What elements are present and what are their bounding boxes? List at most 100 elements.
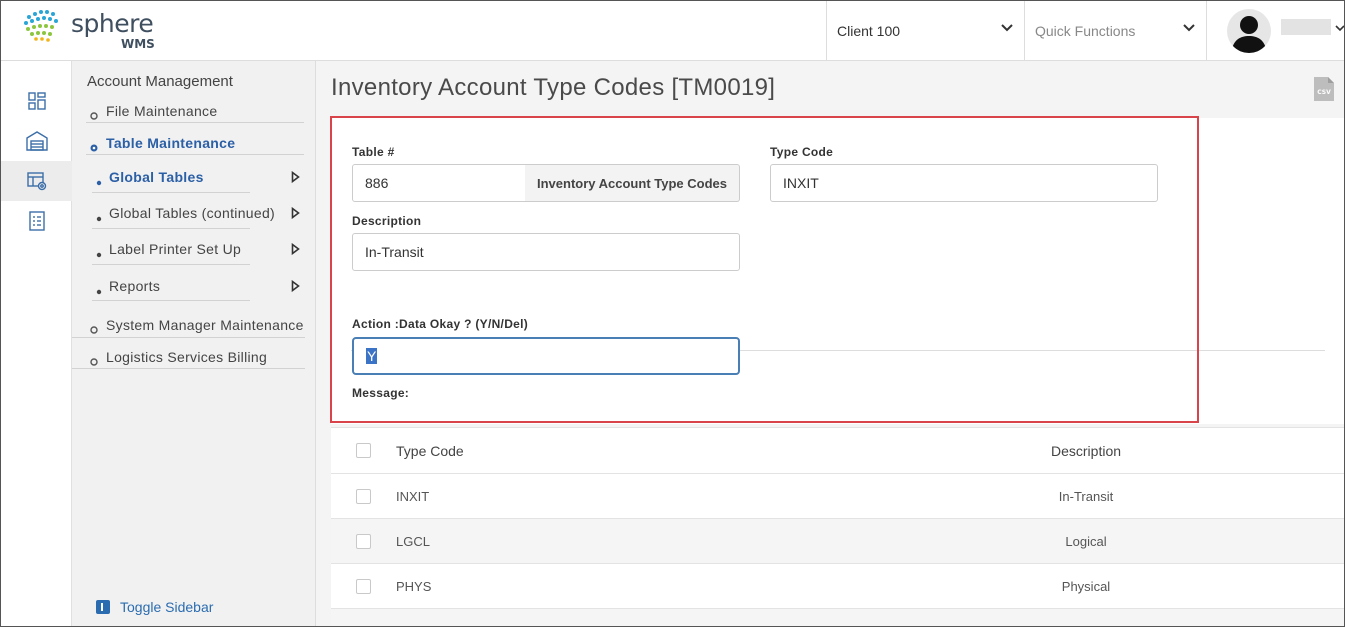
toggle-sidebar-label: Toggle Sidebar (120, 599, 214, 615)
sidebar-divider (72, 337, 305, 338)
action-input-value: Y (366, 348, 378, 364)
checklist-icon (28, 211, 45, 231)
sidebar-item-table-maintenance[interactable]: Table Maintenance (72, 135, 305, 155)
table-row[interactable]: LGCL Logical (331, 518, 1344, 563)
dot-bullet-icon (96, 209, 102, 225)
action-input[interactable]: Y (352, 337, 740, 375)
user-avatar (1227, 9, 1271, 53)
sidebar-divider (92, 300, 250, 301)
type-codes-table: Type Code Description INXIT In-Transit L… (331, 427, 1344, 626)
column-header-description[interactable]: Description (1021, 443, 1151, 459)
chevron-down-icon (1335, 25, 1344, 32)
row-type-code: PHYS (396, 579, 432, 594)
quick-functions-label: Quick Functions (1035, 22, 1136, 39)
circle-bullet-icon (90, 353, 98, 369)
sidebar-item-reports[interactable]: Reports (72, 278, 305, 298)
rail-table-maintenance[interactable] (1, 161, 72, 201)
sidebar-item-logistics-services-billing[interactable]: Logistics Services Billing (72, 349, 305, 369)
row-description: In-Transit (1058, 489, 1114, 504)
type-code-input[interactable]: INXIT (770, 164, 1158, 202)
sidebar: Account Management File Maintenance Tabl… (72, 61, 316, 626)
top-header: sphere WMS Client 100 Quick Functions (1, 1, 1344, 61)
edit-form-panel: Table # 886 Inventory Account Type Codes… (331, 118, 1344, 424)
table-row[interactable]: INXIT In-Transit (331, 473, 1344, 518)
dot-bullet-icon (96, 173, 102, 189)
sidebar-item-label: System Manager Maintenance (106, 317, 304, 333)
table-name-addon: Inventory Account Type Codes (525, 164, 740, 202)
globe-logo-icon (24, 10, 58, 42)
sidebar-divider (92, 228, 250, 229)
column-header-type-code[interactable]: Type Code (396, 443, 464, 459)
circle-bullet-icon (90, 107, 98, 123)
sidebar-item-system-manager-maintenance[interactable]: System Manager Maintenance (72, 317, 305, 337)
row-checkbox[interactable] (356, 489, 371, 504)
caret-right-icon (291, 279, 300, 295)
type-code-label: Type Code (770, 145, 834, 159)
csv-file-icon: CSV (1314, 77, 1334, 101)
warehouse-icon (25, 131, 48, 151)
description-label: Description (352, 214, 422, 228)
user-menu[interactable] (1206, 1, 1344, 60)
csv-export-button[interactable]: CSV (1314, 77, 1334, 106)
rail-checklist[interactable] (1, 201, 72, 241)
sidebar-item-label: Logistics Services Billing (106, 349, 268, 365)
table-number-label: Table # (352, 145, 395, 159)
filled-circle-bullet-icon (90, 139, 98, 155)
table-row[interactable]: PHYS Physical (331, 563, 1344, 608)
sidebar-item-label: Global Tables (continued) (109, 205, 276, 221)
client-selector-value: Client 100 (837, 22, 901, 39)
logo-text: sphere (71, 9, 154, 38)
sidebar-item-label: Global Tables (109, 169, 204, 185)
sidebar-item-label: Reports (109, 278, 161, 294)
table-number-input[interactable]: 886 (352, 164, 526, 202)
row-type-code: LGCL (396, 534, 430, 549)
message-label: Message: (352, 386, 410, 400)
dashboard-icon (27, 92, 46, 110)
chevron-down-icon (1001, 24, 1013, 32)
sphere-wms-logo[interactable]: sphere WMS (19, 7, 169, 55)
user-silhouette-icon (1231, 16, 1267, 53)
caret-right-icon (291, 170, 300, 186)
caret-right-icon (291, 206, 300, 222)
sidebar-divider (86, 154, 304, 155)
description-input[interactable]: In-Transit (352, 233, 740, 271)
row-description: Physical (1061, 579, 1111, 594)
user-name-placeholder (1281, 19, 1331, 35)
row-checkbox[interactable] (356, 534, 371, 549)
select-all-checkbox[interactable] (356, 443, 371, 458)
client-selector[interactable]: Client 100 (826, 1, 1024, 60)
toggle-sidebar-link[interactable]: Toggle Sidebar (96, 599, 213, 615)
sidebar-divider (92, 264, 250, 265)
sidebar-divider (72, 368, 305, 369)
dot-bullet-icon (96, 282, 102, 298)
sidebar-item-label: Table Maintenance (106, 135, 236, 151)
app-window: sphere WMS Client 100 Quick Functions Ac… (0, 0, 1345, 627)
chevron-down-icon (1183, 24, 1195, 32)
sidebar-divider (92, 192, 250, 193)
sidebar-item-label-printer-setup[interactable]: Label Printer Set Up (72, 241, 305, 261)
sidebar-toggle-icon (96, 600, 110, 614)
row-checkbox[interactable] (356, 579, 371, 594)
action-label: Action :Data Okay ? (Y/N/Del) (352, 317, 529, 331)
quick-functions-dropdown[interactable]: Quick Functions (1024, 1, 1206, 60)
table-header-row: Type Code Description (331, 427, 1344, 473)
sidebar-item-label: Label Printer Set Up (109, 241, 242, 257)
rail-warehouse[interactable] (1, 121, 72, 161)
row-type-code: INXIT (396, 489, 430, 504)
table-settings-icon (26, 172, 46, 191)
icon-rail (1, 61, 72, 626)
sidebar-item-global-tables-continued[interactable]: Global Tables (continued) (72, 205, 305, 225)
caret-right-icon (291, 242, 300, 258)
svg-text:CSV: CSV (1317, 89, 1331, 96)
logo-subtext: WMS (121, 37, 155, 51)
dot-bullet-icon (96, 245, 102, 261)
sidebar-item-label: File Maintenance (106, 103, 218, 119)
sidebar-divider (86, 122, 304, 123)
circle-bullet-icon (90, 321, 98, 337)
sidebar-item-global-tables[interactable]: Global Tables (72, 169, 305, 189)
page-title: Inventory Account Type Codes [TM0019] (331, 74, 776, 101)
sidebar-item-file-maintenance[interactable]: File Maintenance (72, 103, 305, 123)
rail-dashboard[interactable] (1, 81, 72, 121)
main-content: Inventory Account Type Codes [TM0019] CS… (316, 61, 1344, 626)
sidebar-section-title: Account Management (87, 73, 233, 90)
